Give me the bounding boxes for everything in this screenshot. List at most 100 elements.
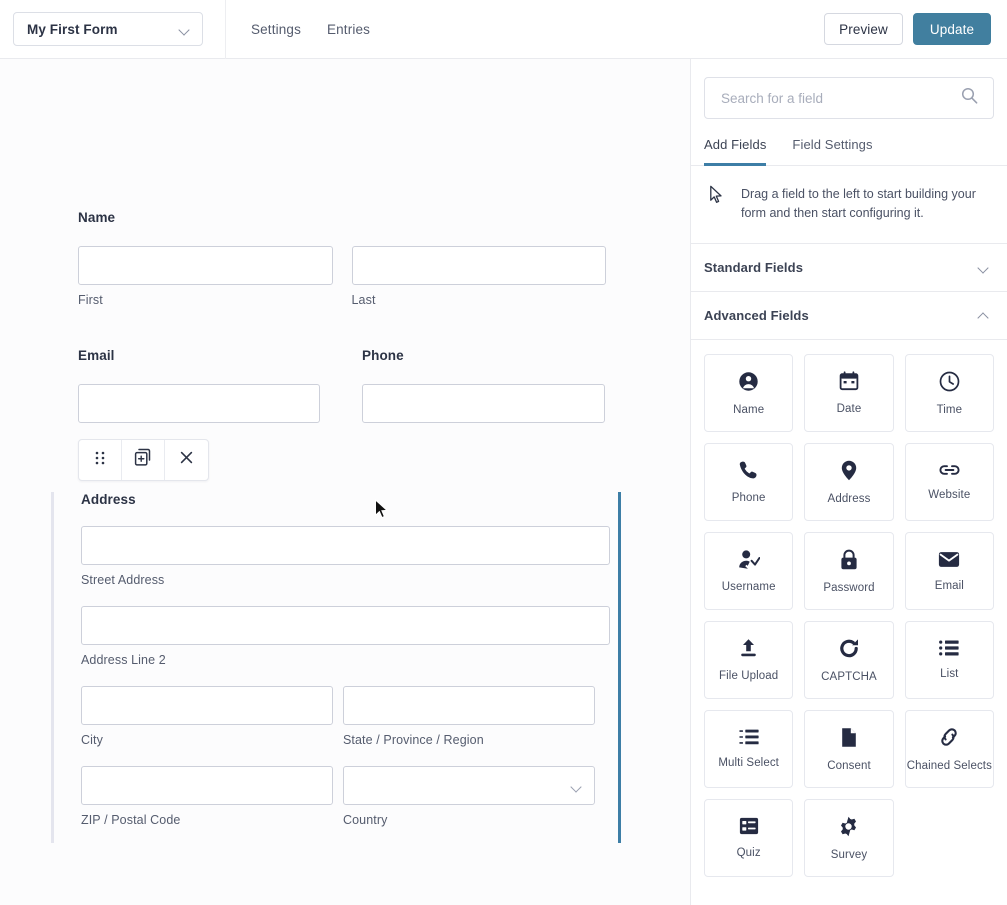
form-field-name[interactable]: Name First Last — [78, 209, 606, 307]
field-card-phone[interactable]: Phone — [704, 443, 794, 521]
sub-label-zip: ZIP / Postal Code — [81, 813, 181, 827]
name-first-col: First — [78, 246, 333, 307]
drag-handle-icon — [95, 451, 105, 470]
document-icon — [841, 727, 857, 748]
sub-label-address-line-2: Address Line 2 — [81, 653, 166, 667]
nav-item-settings[interactable]: Settings — [251, 22, 301, 37]
field-card-survey[interactable]: Survey — [804, 799, 894, 877]
field-card-label: Username — [721, 581, 776, 593]
phone-icon — [739, 460, 759, 480]
upload-icon — [739, 638, 758, 658]
preview-button[interactable]: Preview — [824, 13, 903, 45]
tab-field-settings[interactable]: Field Settings — [792, 137, 872, 166]
section-standard-fields[interactable]: Standard Fields — [691, 244, 1007, 292]
field-card-label: CAPTCHA — [821, 670, 877, 683]
field-card-label: Chained Selects — [906, 760, 992, 772]
last-name-input[interactable] — [351, 246, 606, 285]
form-field-phone[interactable]: Phone — [362, 347, 605, 423]
chevron-up-icon — [977, 311, 991, 324]
form-field-email[interactable]: Email — [78, 347, 320, 423]
form-canvas[interactable]: Name First Last Email Phone Address Stre… — [0, 59, 690, 905]
field-label-phone: Phone — [362, 348, 404, 363]
field-card-captcha[interactable]: CAPTCHA — [804, 621, 894, 699]
field-label-email: Email — [78, 348, 115, 363]
user-circle-icon — [738, 371, 759, 392]
field-card-label: Phone — [731, 492, 766, 504]
sub-label-first: First — [78, 293, 103, 307]
gear-icon — [838, 816, 859, 837]
field-label-address: Address — [81, 492, 136, 507]
field-card-multi-select[interactable]: Multi Select — [704, 710, 794, 788]
field-card-label: Survey — [830, 848, 868, 861]
drag-handle-button[interactable] — [79, 440, 122, 480]
email-input[interactable] — [78, 384, 320, 423]
field-card-time[interactable]: Time — [904, 354, 994, 432]
city-input[interactable] — [81, 686, 333, 725]
nav-item-entries[interactable]: Entries — [327, 22, 370, 37]
field-label-name: Name — [78, 210, 116, 225]
section-advanced-fields[interactable]: Advanced Fields — [691, 292, 1007, 340]
lock-icon — [840, 549, 858, 570]
field-card-email[interactable]: Email — [904, 532, 994, 610]
name-last-col: Last — [351, 246, 606, 307]
phone-input[interactable] — [362, 384, 605, 423]
tab-add-fields[interactable]: Add Fields — [704, 137, 767, 166]
street-address-input[interactable] — [81, 526, 610, 565]
address-line-2-input[interactable] — [81, 606, 610, 645]
country-select[interactable] — [343, 766, 595, 805]
link-horizontal-icon — [938, 463, 961, 477]
sub-label-state: State / Province / Region — [343, 733, 484, 747]
field-card-consent[interactable]: Consent — [804, 710, 894, 788]
address-country-col: Country — [343, 766, 595, 827]
field-card-list[interactable]: List — [904, 621, 994, 699]
zip-input[interactable] — [81, 766, 333, 805]
field-card-label: Multi Select — [718, 757, 779, 769]
cursor-arrow-icon — [709, 185, 724, 209]
map-pin-icon — [841, 460, 857, 481]
chevron-down-icon — [180, 26, 191, 33]
field-card-address[interactable]: Address — [804, 443, 894, 521]
form-selector-dropdown[interactable]: My First Form — [13, 12, 203, 46]
field-card-date[interactable]: Date — [804, 354, 894, 432]
field-card-password[interactable]: Password — [804, 532, 894, 610]
search-icon[interactable] — [961, 87, 978, 109]
address-zip-country-row: ZIP / Postal Code Country — [81, 766, 618, 827]
address-city-state-row: City State / Province / Region — [81, 686, 618, 766]
address-city-col: City — [81, 686, 333, 766]
duplicate-field-button[interactable] — [122, 440, 165, 480]
field-card-label: Website — [928, 489, 971, 501]
user-check-icon — [738, 549, 760, 569]
sub-label-country: Country — [343, 813, 388, 827]
field-card-chained-selects[interactable]: Chained Selects — [904, 710, 994, 788]
envelope-icon — [938, 551, 960, 568]
address-state-col: State / Province / Region — [343, 686, 595, 766]
form-preview: Name First Last Email Phone Address Stre… — [0, 59, 690, 905]
form-field-address[interactable]: Address Street Address Address Line 2 Ci… — [51, 492, 621, 843]
field-card-label: Address — [827, 492, 871, 505]
field-card-website[interactable]: Website — [904, 443, 994, 521]
top-navigation: Settings Entries — [251, 22, 370, 37]
update-button[interactable]: Update — [913, 13, 991, 45]
sub-label-city: City — [81, 733, 103, 747]
field-card-label: Email — [934, 579, 964, 592]
first-name-input[interactable] — [78, 246, 333, 285]
search-box[interactable] — [704, 77, 994, 119]
field-card-file-upload[interactable]: File Upload — [704, 621, 794, 699]
section-title-advanced-fields: Advanced Fields — [704, 308, 809, 323]
delete-field-button[interactable] — [165, 440, 208, 480]
form-selector-label: My First Form — [27, 21, 118, 37]
field-card-username[interactable]: Username — [704, 532, 794, 610]
name-inputs-row: First Last — [78, 246, 606, 307]
address-zip-col: ZIP / Postal Code — [81, 766, 333, 827]
topbar-divider — [225, 0, 226, 59]
search-input[interactable] — [721, 90, 961, 106]
field-card-name[interactable]: Name — [704, 354, 794, 432]
state-input[interactable] — [343, 686, 595, 725]
field-card-label: Time — [936, 403, 963, 416]
field-card-quiz[interactable]: Quiz — [704, 799, 794, 877]
duplicate-icon — [134, 448, 153, 472]
field-card-label: Name — [733, 403, 765, 416]
field-card-label: Date — [836, 403, 862, 415]
app-body: Name First Last Email Phone Address Stre… — [0, 59, 1007, 905]
refresh-icon — [839, 638, 859, 659]
